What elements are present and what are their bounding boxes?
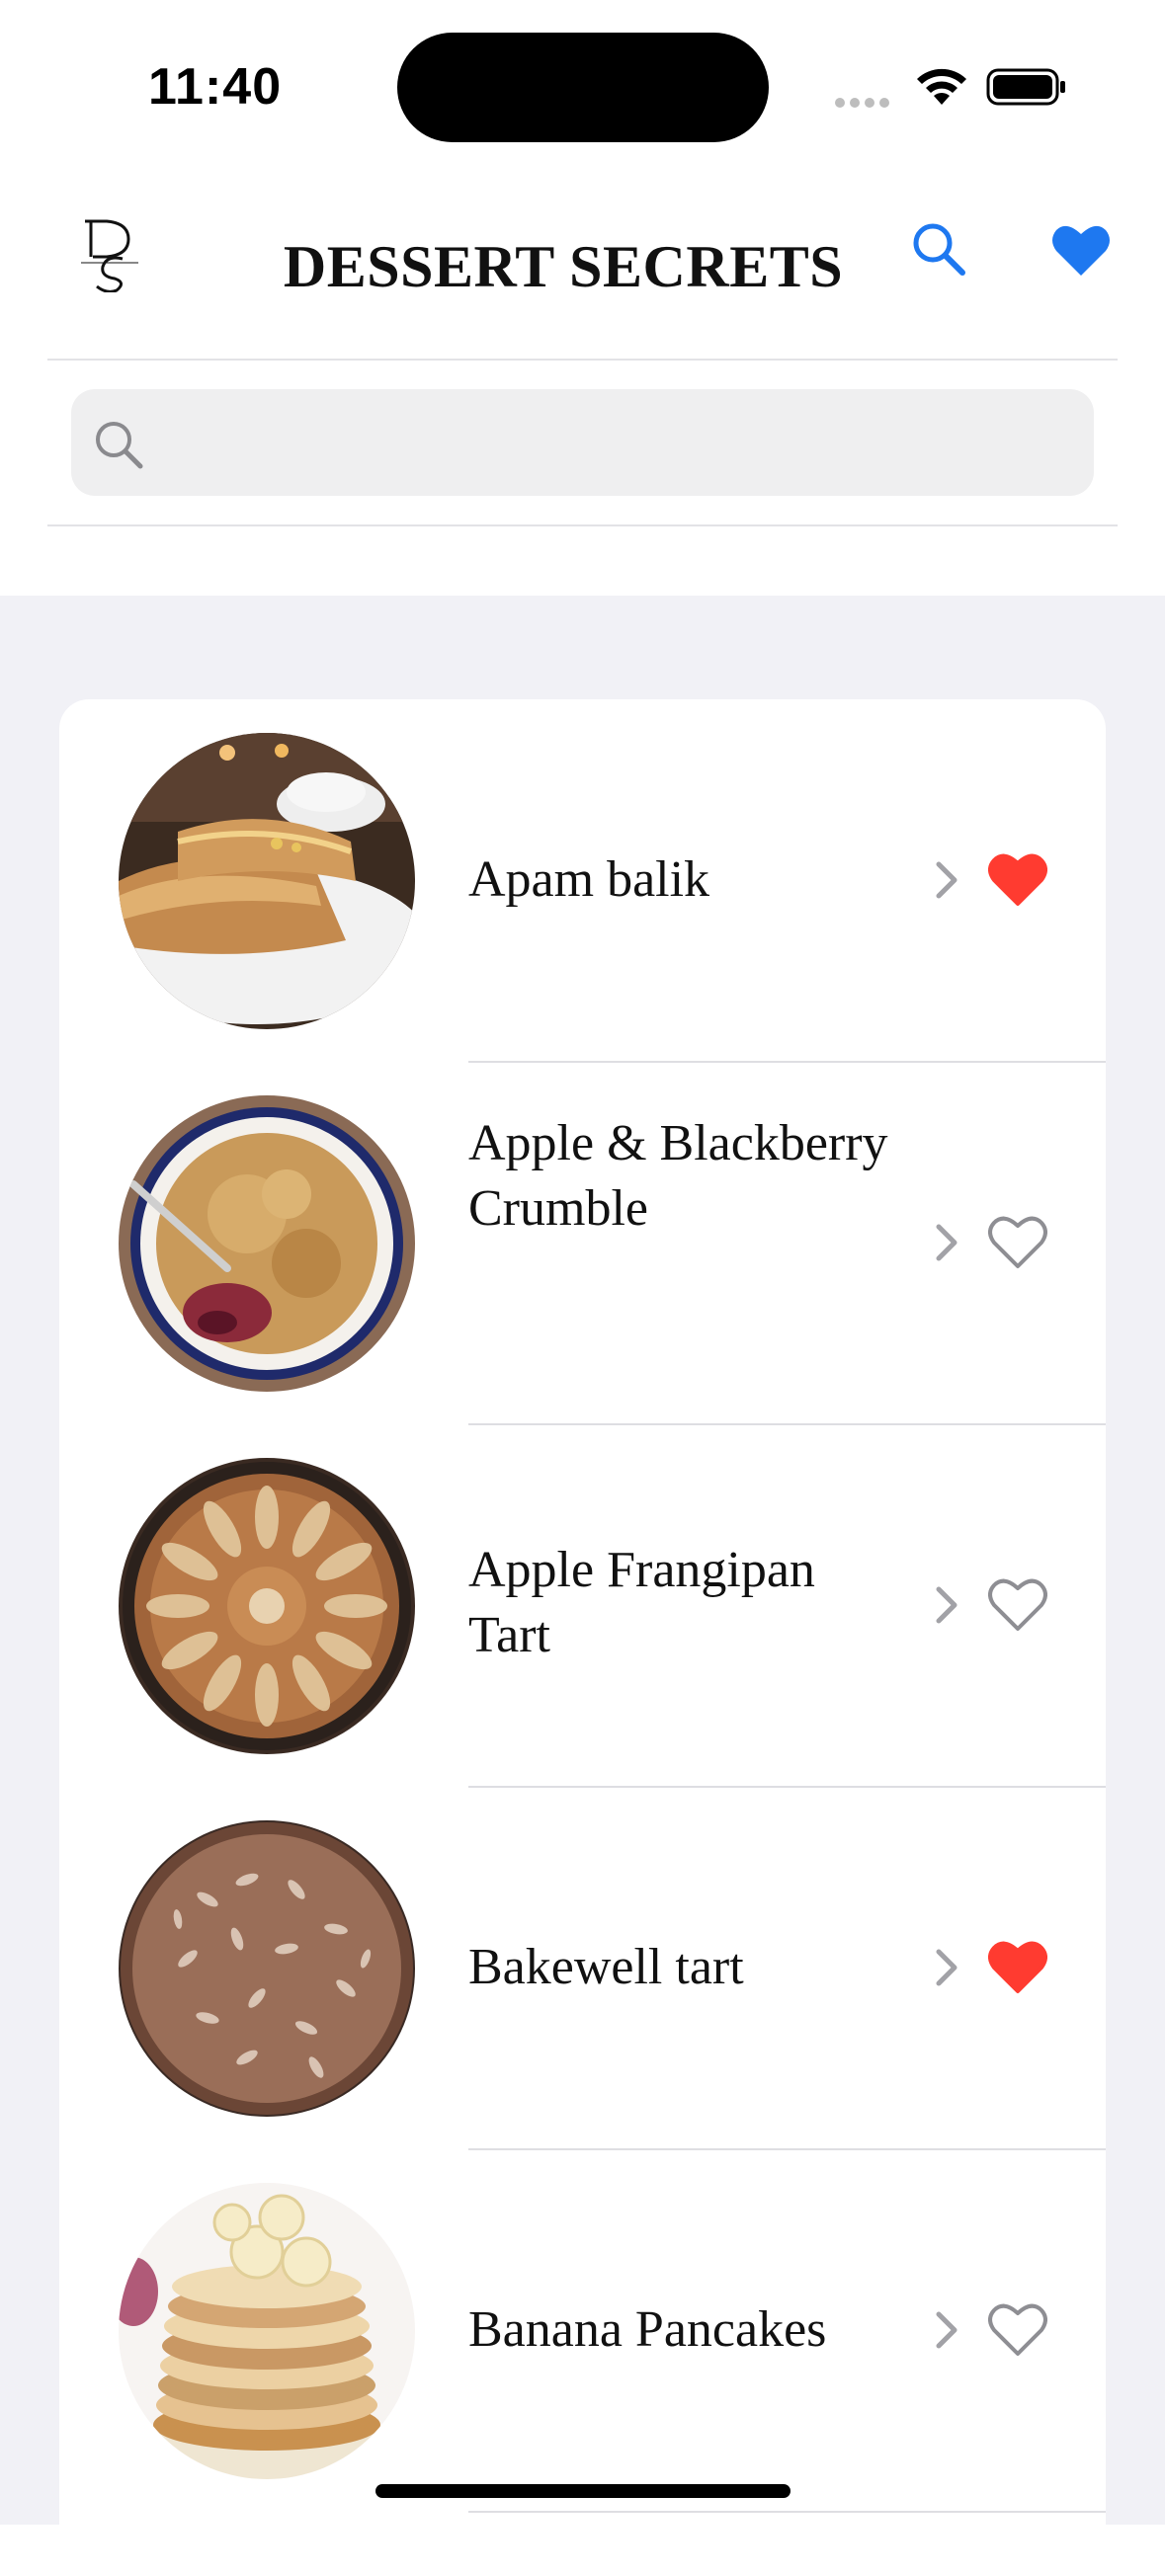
dessert-list: Apam balik Apple & Blackberry Crumble Ap… [59, 699, 1106, 2576]
favorite-heart-icon[interactable] [988, 852, 1047, 908]
chevron-right-icon [936, 861, 957, 899]
search-icon[interactable] [909, 219, 968, 279]
chevron-right-icon [936, 1224, 957, 1261]
battery-icon [986, 68, 1065, 106]
search-field-icon [96, 422, 143, 469]
dessert-thumbnail [119, 733, 415, 1029]
search-bar[interactable] [71, 389, 1094, 498]
dessert-thumbnail [119, 1095, 415, 1392]
dessert-name: Banana Pancakes [468, 2301, 827, 2358]
dessert-thumbnail [119, 2183, 415, 2479]
list-item[interactable]: Apple & Blackberry Crumble [59, 1062, 1106, 1423]
home-indicator [375, 2484, 791, 2498]
status-bar: 11:40 [0, 0, 1165, 168]
dessert-thumbnail [119, 1458, 415, 1754]
status-time: 11:40 [148, 58, 283, 116]
search-input[interactable] [162, 389, 1075, 498]
dessert-name: Bakewell tart [468, 1939, 744, 1995]
list-item[interactable]: Banana Pancakes [59, 2149, 1106, 2511]
chevron-right-icon [936, 1586, 957, 1624]
favorite-heart-icon[interactable] [988, 1940, 1047, 1995]
wifi-icon [917, 68, 966, 105]
favorite-heart-icon[interactable] [988, 2302, 1047, 2358]
header-divider [47, 359, 1118, 361]
dynamic-island [397, 33, 769, 142]
favorite-heart-icon[interactable] [988, 1215, 1047, 1270]
search-divider [47, 524, 1118, 526]
chevron-right-icon [936, 2311, 957, 2349]
dessert-name: Apam balik [468, 851, 710, 908]
cellular-signal-icon [835, 95, 894, 108]
list-item[interactable]: Bakewell tart [59, 1787, 1106, 2148]
chevron-right-icon [936, 1949, 957, 1986]
favorite-heart-icon[interactable] [988, 1577, 1047, 1633]
row-divider [468, 2511, 1106, 2513]
list-item[interactable]: Apple Frangipan Tart [59, 1424, 1106, 1786]
list-item[interactable]: Apam balik [59, 699, 1106, 1061]
dessert-name: Apple Frangipan Tart [468, 1542, 815, 1663]
favorites-heart-icon[interactable] [1050, 222, 1112, 278]
dessert-thumbnail [119, 1820, 415, 2117]
dessert-name: Apple & Blackberry Crumble [468, 1115, 888, 1237]
